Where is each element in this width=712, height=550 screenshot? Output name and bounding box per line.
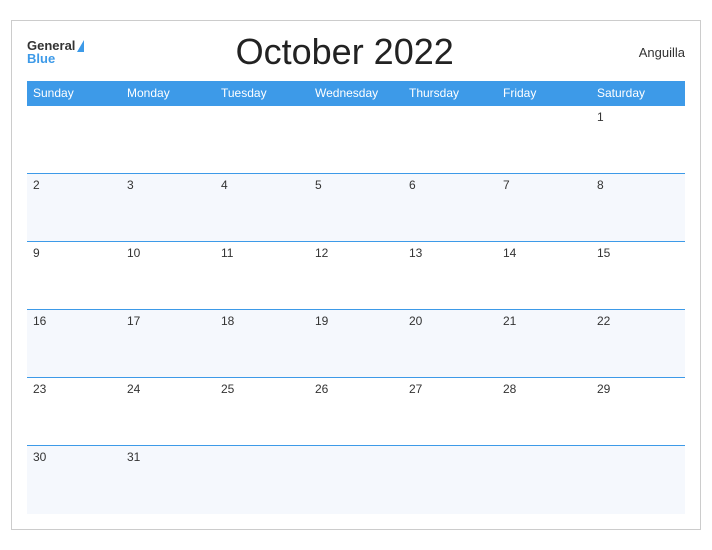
weekday-header-monday: Monday (121, 81, 215, 106)
calendar-cell: 23 (27, 378, 121, 446)
calendar-cell: 17 (121, 310, 215, 378)
calendar-cell: 25 (215, 378, 309, 446)
calendar-cell (497, 106, 591, 174)
day-number: 24 (127, 382, 140, 396)
day-number: 22 (597, 314, 610, 328)
calendar-cell (309, 106, 403, 174)
day-number: 6 (409, 178, 416, 192)
day-number: 7 (503, 178, 510, 192)
calendar-cell (215, 446, 309, 514)
calendar-grid: SundayMondayTuesdayWednesdayThursdayFrid… (27, 81, 685, 514)
weekday-header-wednesday: Wednesday (309, 81, 403, 106)
day-number: 17 (127, 314, 140, 328)
calendar-cell: 3 (121, 174, 215, 242)
calendar-cell: 11 (215, 242, 309, 310)
day-number: 14 (503, 246, 516, 260)
calendar-cell: 28 (497, 378, 591, 446)
calendar-cell: 13 (403, 242, 497, 310)
calendar-cell: 21 (497, 310, 591, 378)
day-number: 8 (597, 178, 604, 192)
day-number: 2 (33, 178, 40, 192)
day-number: 25 (221, 382, 234, 396)
day-number: 18 (221, 314, 234, 328)
day-number: 10 (127, 246, 140, 260)
day-number: 30 (33, 450, 46, 464)
calendar-cell (27, 106, 121, 174)
weekday-header-tuesday: Tuesday (215, 81, 309, 106)
calendar-cell (309, 446, 403, 514)
calendar-cell: 16 (27, 310, 121, 378)
calendar-cell: 31 (121, 446, 215, 514)
calendar-cell: 15 (591, 242, 685, 310)
calendar-week-row: 23 24 25 26 27 28 29 (27, 378, 685, 446)
calendar-cell: 27 (403, 378, 497, 446)
calendar-cell: 30 (27, 446, 121, 514)
weekday-header-row: SundayMondayTuesdayWednesdayThursdayFrid… (27, 81, 685, 106)
day-number: 1 (597, 110, 604, 124)
weekday-header-sunday: Sunday (27, 81, 121, 106)
calendar-cell: 12 (309, 242, 403, 310)
day-number: 3 (127, 178, 134, 192)
calendar-cell: 24 (121, 378, 215, 446)
weekday-header-thursday: Thursday (403, 81, 497, 106)
day-number: 31 (127, 450, 140, 464)
calendar-title: October 2022 (84, 31, 605, 73)
day-number: 9 (33, 246, 40, 260)
calendar-cell: 26 (309, 378, 403, 446)
logo-triangle-icon (77, 40, 84, 52)
day-number: 26 (315, 382, 328, 396)
day-number: 28 (503, 382, 516, 396)
calendar-cell: 7 (497, 174, 591, 242)
day-number: 16 (33, 314, 46, 328)
calendar-cell: 2 (27, 174, 121, 242)
day-number: 23 (33, 382, 46, 396)
weekday-header-friday: Friday (497, 81, 591, 106)
calendar-cell: 18 (215, 310, 309, 378)
calendar-cell: 9 (27, 242, 121, 310)
day-number: 20 (409, 314, 422, 328)
day-number: 27 (409, 382, 422, 396)
logo: General Blue (27, 39, 84, 65)
day-number: 13 (409, 246, 422, 260)
calendar-cell: 20 (403, 310, 497, 378)
calendar-cell (121, 106, 215, 174)
calendar-week-row: 1 (27, 106, 685, 174)
calendar-cell (403, 446, 497, 514)
calendar-week-row: 2 3 4 5 6 7 8 (27, 174, 685, 242)
weekday-header-saturday: Saturday (591, 81, 685, 106)
calendar-region: Anguilla (605, 45, 685, 60)
calendar-week-row: 30 31 (27, 446, 685, 514)
calendar-cell: 29 (591, 378, 685, 446)
calendar-cell: 8 (591, 174, 685, 242)
calendar-cell: 4 (215, 174, 309, 242)
calendar-container: General Blue October 2022 Anguilla Sunda… (11, 20, 701, 530)
calendar-cell: 6 (403, 174, 497, 242)
calendar-cell (403, 106, 497, 174)
calendar-week-row: 9 10 11 12 13 14 15 (27, 242, 685, 310)
day-number: 21 (503, 314, 516, 328)
logo-blue-text: Blue (27, 52, 55, 65)
day-number: 12 (315, 246, 328, 260)
calendar-week-row: 16 17 18 19 20 21 22 (27, 310, 685, 378)
day-number: 15 (597, 246, 610, 260)
calendar-cell (497, 446, 591, 514)
calendar-cell (215, 106, 309, 174)
day-number: 19 (315, 314, 328, 328)
calendar-cell: 22 (591, 310, 685, 378)
calendar-cell (591, 446, 685, 514)
calendar-cell: 14 (497, 242, 591, 310)
calendar-cell: 1 (591, 106, 685, 174)
calendar-cell: 19 (309, 310, 403, 378)
day-number: 5 (315, 178, 322, 192)
day-number: 29 (597, 382, 610, 396)
day-number: 11 (221, 246, 233, 260)
day-number: 4 (221, 178, 228, 192)
calendar-cell: 10 (121, 242, 215, 310)
calendar-header: General Blue October 2022 Anguilla (27, 31, 685, 73)
calendar-cell: 5 (309, 174, 403, 242)
